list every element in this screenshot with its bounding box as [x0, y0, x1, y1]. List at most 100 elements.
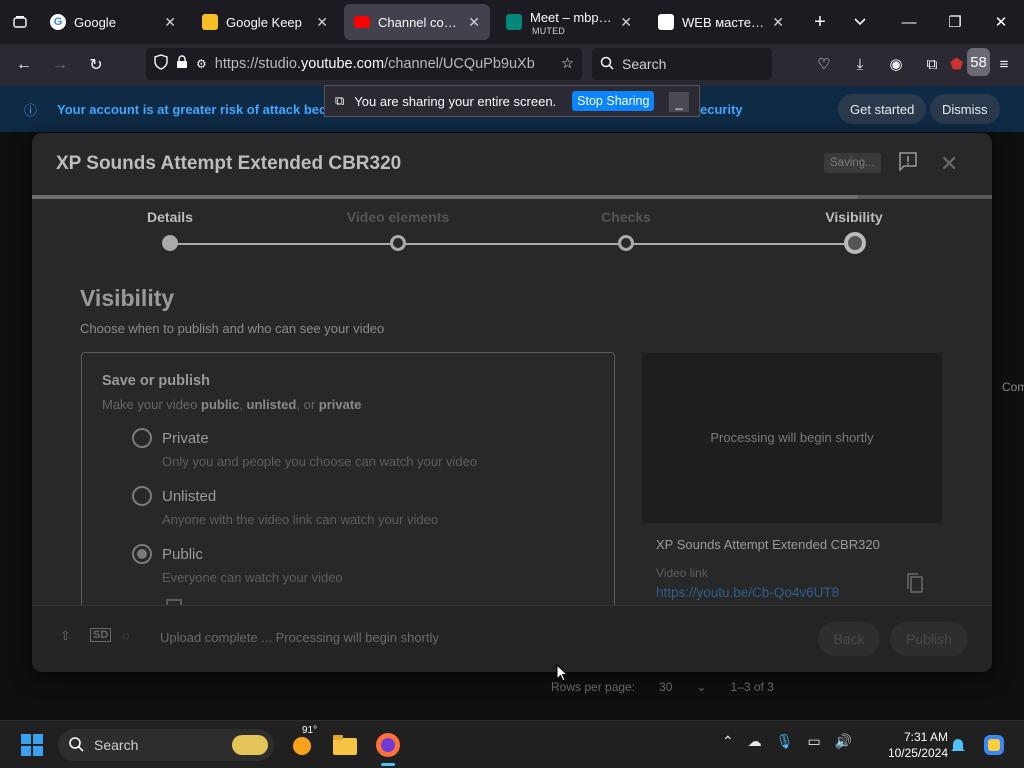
- screen-share-bar: ⧉ You are sharing your entire screen. St…: [324, 85, 700, 117]
- step-details[interactable]: Details: [100, 209, 240, 225]
- step-video-elements[interactable]: Video elements: [328, 209, 468, 225]
- permissions-icon[interactable]: ⚙: [196, 57, 207, 71]
- microphone-icon[interactable]: 🎙: [776, 733, 794, 750]
- public-label[interactable]: Public: [162, 546, 203, 563]
- google-icon: G: [50, 14, 66, 30]
- public-radio[interactable]: [132, 544, 152, 564]
- tab-google-keep[interactable]: Google Keep ✕: [192, 4, 338, 40]
- network-off-icon[interactable]: ☁: [748, 733, 762, 750]
- private-label[interactable]: Private: [162, 430, 209, 447]
- browser-tab-bar: G Google ✕ Google Keep ✕ Channel content…: [0, 0, 1024, 44]
- tab-muted-label: MUTED: [532, 26, 565, 36]
- close-dialog-icon[interactable]: ✕: [940, 151, 958, 177]
- search-icon: [68, 736, 84, 755]
- lock-icon[interactable]: [176, 55, 188, 73]
- close-tab-icon[interactable]: ✕: [772, 14, 784, 31]
- video-preview: Processing will begin shortly: [642, 353, 942, 523]
- mouse-cursor-icon: [556, 664, 568, 682]
- taskbar-search[interactable]: Search: [58, 729, 274, 761]
- step-details-check-icon: [162, 235, 178, 251]
- tab-channel-content[interactable]: Channel content ✕: [344, 4, 490, 40]
- dialog-footer: ⇧ SD ◌ Upload complete ... Processing wi…: [32, 605, 992, 672]
- ublock-icon[interactable]: ⬟ 58: [950, 48, 990, 78]
- close-tab-icon[interactable]: ✕: [164, 14, 176, 31]
- tab-google[interactable]: G Google ✕: [40, 4, 186, 40]
- clock[interactable]: 7:31 AM 10/25/2024: [872, 729, 948, 761]
- browser-search-input[interactable]: Search: [592, 48, 772, 80]
- chevron-up-icon[interactable]: ⌃: [722, 733, 734, 750]
- rows-per-page-label: Rows per page:: [551, 680, 636, 694]
- unlisted-radio[interactable]: [132, 486, 152, 506]
- copilot-icon[interactable]: [980, 731, 1008, 759]
- rows-per-page-select[interactable]: 30: [659, 680, 672, 694]
- private-radio[interactable]: [132, 428, 152, 448]
- video-link[interactable]: https://youtu.be/Cb-Qo4v6UT8: [656, 585, 839, 600]
- minimize-icon[interactable]: —: [886, 0, 932, 44]
- pagination: Rows per page: 30 ⌄ 1–3 of 3: [551, 680, 774, 694]
- screen-icon[interactable]: ▭: [808, 733, 821, 750]
- tab-label: Google: [74, 14, 116, 30]
- forward-icon[interactable]: →: [42, 49, 78, 81]
- side-text: Com: [1002, 380, 1024, 394]
- file-explorer-icon[interactable]: [331, 731, 359, 759]
- notification-bell-icon[interactable]: [944, 731, 972, 759]
- extensions-icon[interactable]: ⧉: [918, 50, 946, 78]
- checks-icon: ◌: [122, 628, 130, 643]
- visibility-heading: Visibility: [80, 285, 175, 311]
- get-started-button[interactable]: Get started: [838, 94, 927, 124]
- step-video-elements-dot: [390, 235, 406, 251]
- close-tab-icon[interactable]: ✕: [316, 14, 328, 31]
- tab-label: Google Keep: [226, 14, 302, 30]
- downloads-icon[interactable]: ⤓: [846, 50, 874, 78]
- copy-icon[interactable]: [906, 573, 924, 593]
- unlisted-label[interactable]: Unlisted: [162, 488, 216, 505]
- pocket-icon[interactable]: ♡: [810, 50, 838, 78]
- hide-share-bar-icon[interactable]: _: [669, 92, 689, 112]
- weather-icon[interactable]: 91°: [288, 725, 317, 759]
- close-window-icon[interactable]: ✕: [978, 0, 1024, 44]
- menu-icon[interactable]: ≡: [990, 50, 1018, 78]
- windows-taskbar: Search 91° ⌃ ☁ 🎙 ▭ 🔊 7:31 AM 10/25/2024: [0, 720, 1024, 768]
- restore-icon[interactable]: ❐: [932, 0, 978, 44]
- report-icon[interactable]: [898, 151, 918, 173]
- new-tab-icon[interactable]: +: [800, 0, 840, 44]
- publish-button[interactable]: Publish: [890, 622, 968, 656]
- list-tabs-chevron-icon[interactable]: [840, 0, 880, 44]
- processing-text: Processing will begin shortly: [710, 430, 874, 445]
- volume-icon[interactable]: 🔊: [835, 733, 852, 750]
- dismiss-button[interactable]: Dismiss: [930, 94, 1000, 124]
- close-tab-icon[interactable]: ✕: [620, 14, 632, 31]
- step-checks[interactable]: Checks: [556, 209, 696, 225]
- private-desc: Only you and people you choose can watch…: [162, 454, 478, 469]
- url-bar[interactable]: ⚙ https://studio.youtube.com/channel/UCQ…: [146, 48, 582, 80]
- close-tab-icon[interactable]: ✕: [468, 14, 480, 31]
- stepper-line: [170, 243, 854, 245]
- reload-icon[interactable]: ↻: [78, 49, 114, 81]
- back-icon[interactable]: ←: [6, 49, 42, 81]
- tab-meet[interactable]: Meet – mbp-bm MUTED ✕: [496, 4, 642, 40]
- tab-list-icon[interactable]: [0, 0, 40, 44]
- account-icon[interactable]: ◉: [882, 50, 910, 78]
- back-button[interactable]: Back: [818, 622, 880, 656]
- windows-start-icon[interactable]: [18, 731, 46, 759]
- toolbar-buttons: ♡ ⤓ ◉ ⧉ ⬟ 58 ≡: [810, 48, 1018, 78]
- saving-badge: Saving...: [824, 153, 881, 173]
- url-text: https://studio.youtube.com/channel/UCQuP…: [214, 56, 535, 72]
- page-range: 1–3 of 3: [730, 680, 774, 694]
- public-desc: Everyone can watch your video: [162, 570, 343, 585]
- tab-web[interactable]: WEB мастерская ✕: [648, 4, 794, 40]
- chevron-down-icon[interactable]: ⌄: [696, 680, 706, 694]
- stop-sharing-button[interactable]: Stop Sharing: [572, 91, 655, 111]
- search-highlight-icon: [232, 735, 268, 755]
- bookmark-star-icon[interactable]: ☆: [561, 56, 574, 72]
- info-icon: ⓘ: [24, 102, 38, 118]
- step-visibility[interactable]: Visibility: [784, 209, 924, 225]
- upload-icon: ⇧: [60, 628, 71, 643]
- firefox-icon[interactable]: [374, 731, 402, 759]
- search-icon: [600, 56, 614, 73]
- shield-icon[interactable]: [154, 54, 168, 74]
- system-tray: ⌃ ☁ 🎙 ▭ 🔊: [722, 733, 852, 750]
- clock-time: 7:31 AM: [903, 730, 948, 744]
- tab-label: WEB мастерская: [682, 14, 766, 30]
- clock-date: 10/25/2024: [887, 746, 948, 760]
